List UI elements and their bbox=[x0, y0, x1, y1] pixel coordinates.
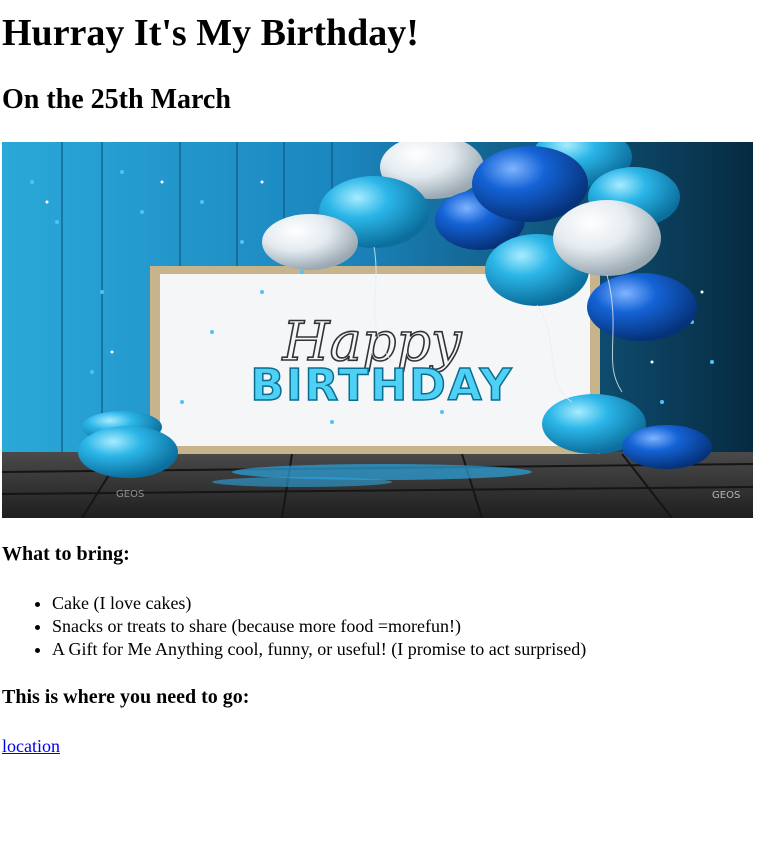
list-item: Cake (I love cakes) bbox=[52, 592, 586, 615]
svg-text:BIRTHDAY: BIRTHDAY bbox=[251, 360, 514, 411]
bring-list: Cake (I love cakes) Snacks or treats to … bbox=[2, 592, 586, 661]
event-date: On the 25th March bbox=[2, 84, 231, 115]
svg-text:GEOS: GEOS bbox=[116, 489, 144, 500]
birthday-banner-image: Happy BIRTHDAY GEOS GEOS bbox=[2, 142, 753, 518]
bring-heading: What to bring: bbox=[2, 543, 130, 565]
location-link[interactable]: location bbox=[2, 735, 60, 758]
list-item: Snacks or treats to share (because more … bbox=[52, 615, 586, 638]
list-item: A Gift for Me Anything cool, funny, or u… bbox=[52, 638, 586, 661]
location-heading: This is where you need to go: bbox=[2, 686, 250, 708]
svg-text:GEOS: GEOS bbox=[712, 490, 740, 501]
page-title: Hurray It's My Birthday! bbox=[2, 12, 419, 54]
